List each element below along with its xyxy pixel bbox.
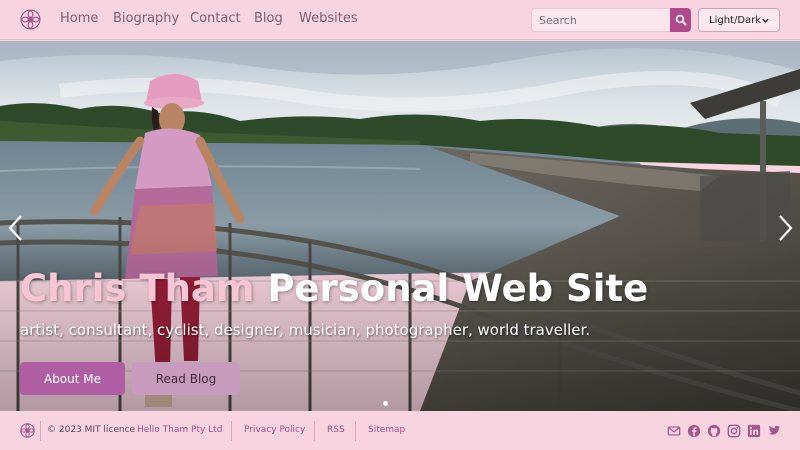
carousel-indicator[interactable] bbox=[383, 401, 388, 406]
linkedin-icon[interactable] bbox=[747, 424, 761, 438]
twitter-icon[interactable] bbox=[767, 424, 781, 438]
hero-carousel: Chris Tham Personal Web Site artist, con… bbox=[0, 41, 800, 411]
divider bbox=[40, 421, 41, 441]
email-icon[interactable] bbox=[667, 424, 681, 438]
nav-blog[interactable]: Blog bbox=[254, 11, 283, 27]
footer: © 2023 MIT licence Hello Tham Pty Ltd Pr… bbox=[0, 411, 800, 450]
divider bbox=[355, 421, 356, 441]
flower-icon[interactable] bbox=[20, 9, 41, 30]
copyright-text: © 2023 MIT licence bbox=[47, 425, 136, 435]
flower-icon[interactable] bbox=[20, 423, 35, 438]
sitemap-link[interactable]: Sitemap bbox=[368, 425, 405, 435]
hero-image bbox=[0, 41, 800, 411]
privacy-policy-link[interactable]: Privacy Policy bbox=[244, 425, 305, 435]
hero-subtitle: artist, consultant, cyclist, designer, m… bbox=[20, 321, 591, 339]
divider bbox=[231, 421, 232, 441]
nav-home[interactable]: Home bbox=[60, 11, 98, 27]
instagram-icon[interactable] bbox=[727, 424, 741, 438]
search-icon bbox=[675, 14, 687, 26]
theme-select[interactable]: Light/Dark bbox=[698, 8, 780, 32]
search-input[interactable] bbox=[531, 8, 670, 32]
facebook-icon[interactable] bbox=[687, 424, 701, 438]
chevron-left-icon[interactable] bbox=[6, 213, 26, 243]
chevron-right-icon[interactable] bbox=[775, 213, 795, 243]
hero-title: Chris Tham Personal Web Site bbox=[20, 267, 648, 311]
rss-link[interactable]: RSS bbox=[327, 425, 345, 435]
navbar: Home Biography Contact Blog Websites Lig… bbox=[0, 0, 800, 40]
nav-biography[interactable]: Biography bbox=[113, 11, 179, 27]
read-blog-button[interactable]: Read Blog bbox=[132, 362, 240, 395]
hero-title-accent: Chris Tham bbox=[20, 267, 255, 310]
github-icon[interactable] bbox=[707, 424, 721, 438]
hero-title-rest: Personal Web Site bbox=[254, 267, 649, 310]
company-link[interactable]: Hello Tham Pty Ltd bbox=[137, 425, 222, 435]
nav-websites[interactable]: Websites bbox=[299, 11, 358, 27]
nav-contact[interactable]: Contact bbox=[190, 11, 241, 27]
divider bbox=[314, 421, 315, 441]
chevron-down-icon bbox=[762, 18, 769, 23]
about-me-button[interactable]: About Me bbox=[20, 362, 125, 395]
theme-select-label: Light/Dark bbox=[709, 14, 762, 26]
search-button[interactable] bbox=[670, 8, 691, 32]
